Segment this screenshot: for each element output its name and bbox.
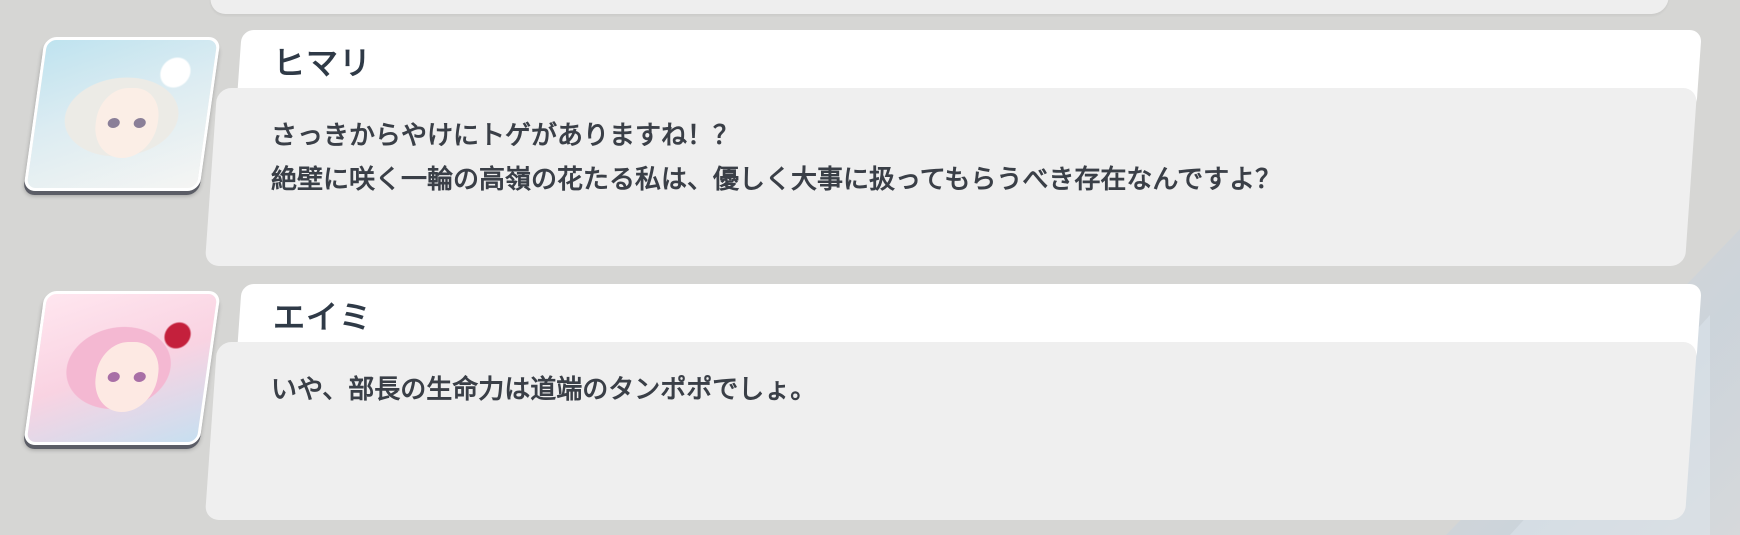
message-line: 絶壁に咲く一輪の高嶺の花たる私は、優しく大事に扱ってもらうべき存在なんですよ？	[271, 165, 1282, 195]
message-card: ヒマリ さっきからやけにトゲがありますね！？ 絶壁に咲く一輪の高嶺の花たる私は、…	[204, 30, 1704, 266]
portrait-eye	[107, 372, 121, 382]
previous-message-card	[209, 0, 1671, 14]
message-line: さっきからやけにトゲがありますね！？	[271, 121, 740, 151]
portrait-face	[90, 88, 163, 158]
himari-portrait-icon[interactable]	[23, 37, 221, 191]
message-card: エイミ いや、部長の生命力は道端のタンポポでしょ。	[204, 284, 1704, 520]
speaker-name: ヒマリ	[273, 44, 373, 82]
speaker-name: エイミ	[273, 298, 373, 336]
portrait-eye	[107, 118, 121, 128]
message-line: いや、部長の生命力は道端のタンポポでしょ。	[271, 375, 817, 405]
message-text: いや、部長の生命力は道端のタンポポでしょ。	[271, 368, 816, 412]
portrait-eye	[133, 372, 147, 382]
eimi-portrait-icon[interactable]	[23, 291, 221, 445]
portrait-eye	[133, 118, 147, 128]
message-text: さっきからやけにトゲがありますね！？ 絶壁に咲く一輪の高嶺の花たる私は、優しく大…	[271, 114, 1281, 202]
portrait-face	[90, 342, 163, 412]
